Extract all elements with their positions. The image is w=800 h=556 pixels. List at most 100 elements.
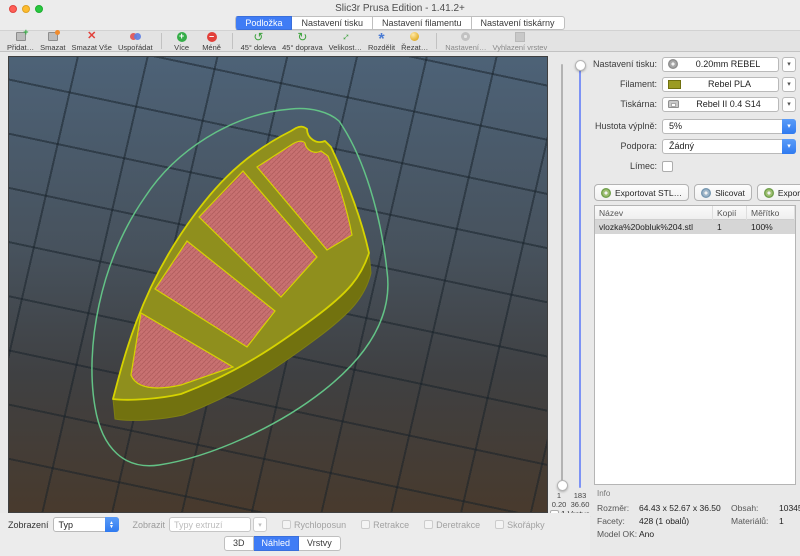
- support-row: Podpora: Žádný ▾: [590, 138, 796, 154]
- printer-label: Tiskárna:: [590, 99, 662, 109]
- upper-layer-slider-thumb[interactable]: [575, 60, 586, 71]
- volume-label: Obsah:: [731, 503, 779, 513]
- filament-dropdown-button[interactable]: ▾: [782, 77, 796, 92]
- model-ok-value: Ano: [639, 529, 731, 539]
- print-settings-row: Nastavení tisku: 0.20mm REBEL ▾: [590, 56, 796, 72]
- materials-label: Materiálů:: [731, 516, 779, 526]
- unretractions-toggle[interactable]: Deretrakce: [424, 520, 480, 530]
- more-copies-button[interactable]: Více: [170, 31, 194, 52]
- upper-layer-slider[interactable]: [579, 64, 581, 488]
- printer-combo[interactable]: Rebel II 0.4 S14: [662, 97, 779, 112]
- titlebar: Slic3r Prusa Edition - 1.41.2+: [0, 0, 800, 17]
- add-object-icon: [12, 31, 30, 43]
- printer-row: Tiskárna: Rebel II 0.4 S14 ▾: [590, 96, 796, 112]
- travel-toggle[interactable]: Rychloposun: [282, 520, 346, 530]
- upper-layer-value: 183: [570, 491, 590, 500]
- infill-label: Hustota výplně:: [590, 121, 662, 131]
- filament-combo[interactable]: Rebel PLA: [662, 77, 779, 92]
- support-label: Podpora:: [590, 141, 662, 151]
- facets-value: 428 (1 obalů): [639, 516, 731, 526]
- scale-button[interactable]: Velikost…: [329, 31, 362, 52]
- gear-green-icon: [764, 188, 774, 198]
- chevron-down-icon: ▾: [782, 119, 796, 134]
- printer-dropdown-button[interactable]: ▾: [782, 97, 796, 112]
- print-settings-combo[interactable]: 0.20mm REBEL: [662, 57, 779, 72]
- split-icon: [373, 31, 391, 43]
- toolbar: Přidat… Smazat Smazat Vše Uspořádat Více…: [0, 30, 800, 52]
- fewer-copies-button[interactable]: Méně: [200, 31, 224, 52]
- delete-all-button[interactable]: Smazat Vše: [72, 31, 112, 52]
- retractions-checkbox[interactable]: [361, 520, 370, 529]
- filament-label: Filament:: [590, 79, 662, 89]
- toolbar-separator: [161, 33, 162, 49]
- unretractions-checkbox[interactable]: [424, 520, 433, 529]
- toolbar-separator: [232, 33, 233, 49]
- toolbar-separator: [436, 33, 437, 49]
- slice-button[interactable]: Slicovat: [694, 184, 752, 201]
- column-header-scale[interactable]: Měřítko: [747, 206, 795, 220]
- show-label: Zobrazit: [133, 520, 166, 530]
- tab-nastaveni-tiskarny[interactable]: Nastavení tiskárny: [472, 16, 565, 30]
- layer-heights: 0.20 36.60: [548, 500, 590, 509]
- cut-button[interactable]: Řezat…: [401, 31, 428, 52]
- app-window: Slic3r Prusa Edition - 1.41.2+ Podložka …: [0, 0, 800, 556]
- model-ok-label: Model OK:: [597, 529, 639, 539]
- column-header-name[interactable]: Název: [595, 206, 713, 220]
- lower-layer-slider[interactable]: [561, 64, 563, 488]
- brim-checkbox[interactable]: [662, 161, 673, 172]
- smooth-layers-icon: [511, 31, 529, 43]
- sidebar: Nastavení tisku: 0.20mm REBEL ▾ Filament…: [590, 52, 800, 556]
- main-area: 1 183 0.20 36.60 1 Vrstva Nastavení tisk…: [0, 52, 800, 556]
- rotate-right-button[interactable]: 45° doprava: [282, 31, 323, 52]
- shells-checkbox[interactable]: [495, 520, 504, 529]
- layer-values: 1 183: [548, 491, 590, 500]
- viewport-3d[interactable]: [8, 56, 548, 513]
- rotate-right-icon: [293, 31, 311, 43]
- table-row[interactable]: vlozka%20obluk%204.stl 1 100%: [595, 220, 795, 234]
- retractions-toggle[interactable]: Retrakce: [361, 520, 409, 530]
- cut-icon: [406, 31, 424, 43]
- extrusion-types-dropdown-button[interactable]: ▾: [253, 517, 267, 532]
- extrusion-types-input[interactable]: [169, 517, 251, 532]
- mode-layers[interactable]: Vrstvy: [299, 536, 341, 551]
- mode-preview[interactable]: Náhled: [254, 536, 300, 551]
- main-tabs: Podložka Nastavení tisku Nastavení filam…: [235, 16, 564, 30]
- travel-checkbox[interactable]: [282, 520, 291, 529]
- increase-copies-icon: [173, 31, 191, 43]
- smooth-layers-button[interactable]: Vyhlazení vrstev: [492, 31, 547, 52]
- export-stl-button[interactable]: Exportovat STL…: [594, 184, 689, 201]
- upper-layer-height: 36.60: [570, 500, 590, 509]
- support-select[interactable]: Žádný ▾: [662, 139, 796, 154]
- remove-object-icon: [44, 31, 62, 43]
- tab-strip: Podložka Nastavení tisku Nastavení filam…: [0, 16, 800, 30]
- filament-row: Filament: Rebel PLA ▾: [590, 76, 796, 92]
- settings-button[interactable]: Nastavení…: [445, 31, 486, 52]
- tab-podlozka[interactable]: Podložka: [235, 16, 292, 30]
- shells-toggle[interactable]: Skořápky: [495, 520, 545, 530]
- window-title: Slic3r Prusa Edition - 1.41.2+: [0, 3, 800, 14]
- add-button[interactable]: Přidat…: [7, 31, 34, 52]
- export-gcode-button[interactable]: Exportovat G-kód…: [757, 184, 800, 201]
- view-type-select[interactable]: Typ ▲▼: [53, 517, 119, 532]
- object-list-header: Název Kopií Měřítko: [595, 206, 795, 220]
- info-section-title: Info: [597, 489, 800, 498]
- print-settings-label: Nastavení tisku:: [590, 59, 662, 69]
- bottom-bar: Zobrazení Typ ▲▼ Zobrazit ▾ Rychloposun …: [0, 513, 590, 556]
- preview-controls: Zobrazení Typ ▲▼ Zobrazit ▾ Rychloposun …: [0, 513, 590, 532]
- column-header-copies[interactable]: Kopií: [713, 206, 747, 220]
- chevron-down-icon: ▾: [782, 139, 796, 154]
- print-settings-dropdown-button[interactable]: ▾: [782, 57, 796, 72]
- view-mode-tabs: 3D Náhled Vrstvy: [224, 536, 341, 551]
- mode-3d[interactable]: 3D: [224, 536, 254, 551]
- split-button[interactable]: Rozdělit: [368, 31, 395, 52]
- lower-layer-value: 1: [548, 491, 570, 500]
- tab-nastaveni-filamentu[interactable]: Nastavení filamentu: [373, 16, 472, 30]
- lower-layer-slider-thumb[interactable]: [557, 480, 568, 491]
- rotate-left-icon: [249, 31, 267, 43]
- infill-select[interactable]: 5% ▾: [662, 119, 796, 134]
- arrange-button[interactable]: Uspořádat: [118, 31, 153, 52]
- size-value: 64.43 x 52.67 x 36.50: [639, 503, 731, 513]
- rotate-left-button[interactable]: 45° doleva: [241, 31, 277, 52]
- delete-button[interactable]: Smazat: [40, 31, 65, 52]
- tab-nastaveni-tisku[interactable]: Nastavení tisku: [292, 16, 373, 30]
